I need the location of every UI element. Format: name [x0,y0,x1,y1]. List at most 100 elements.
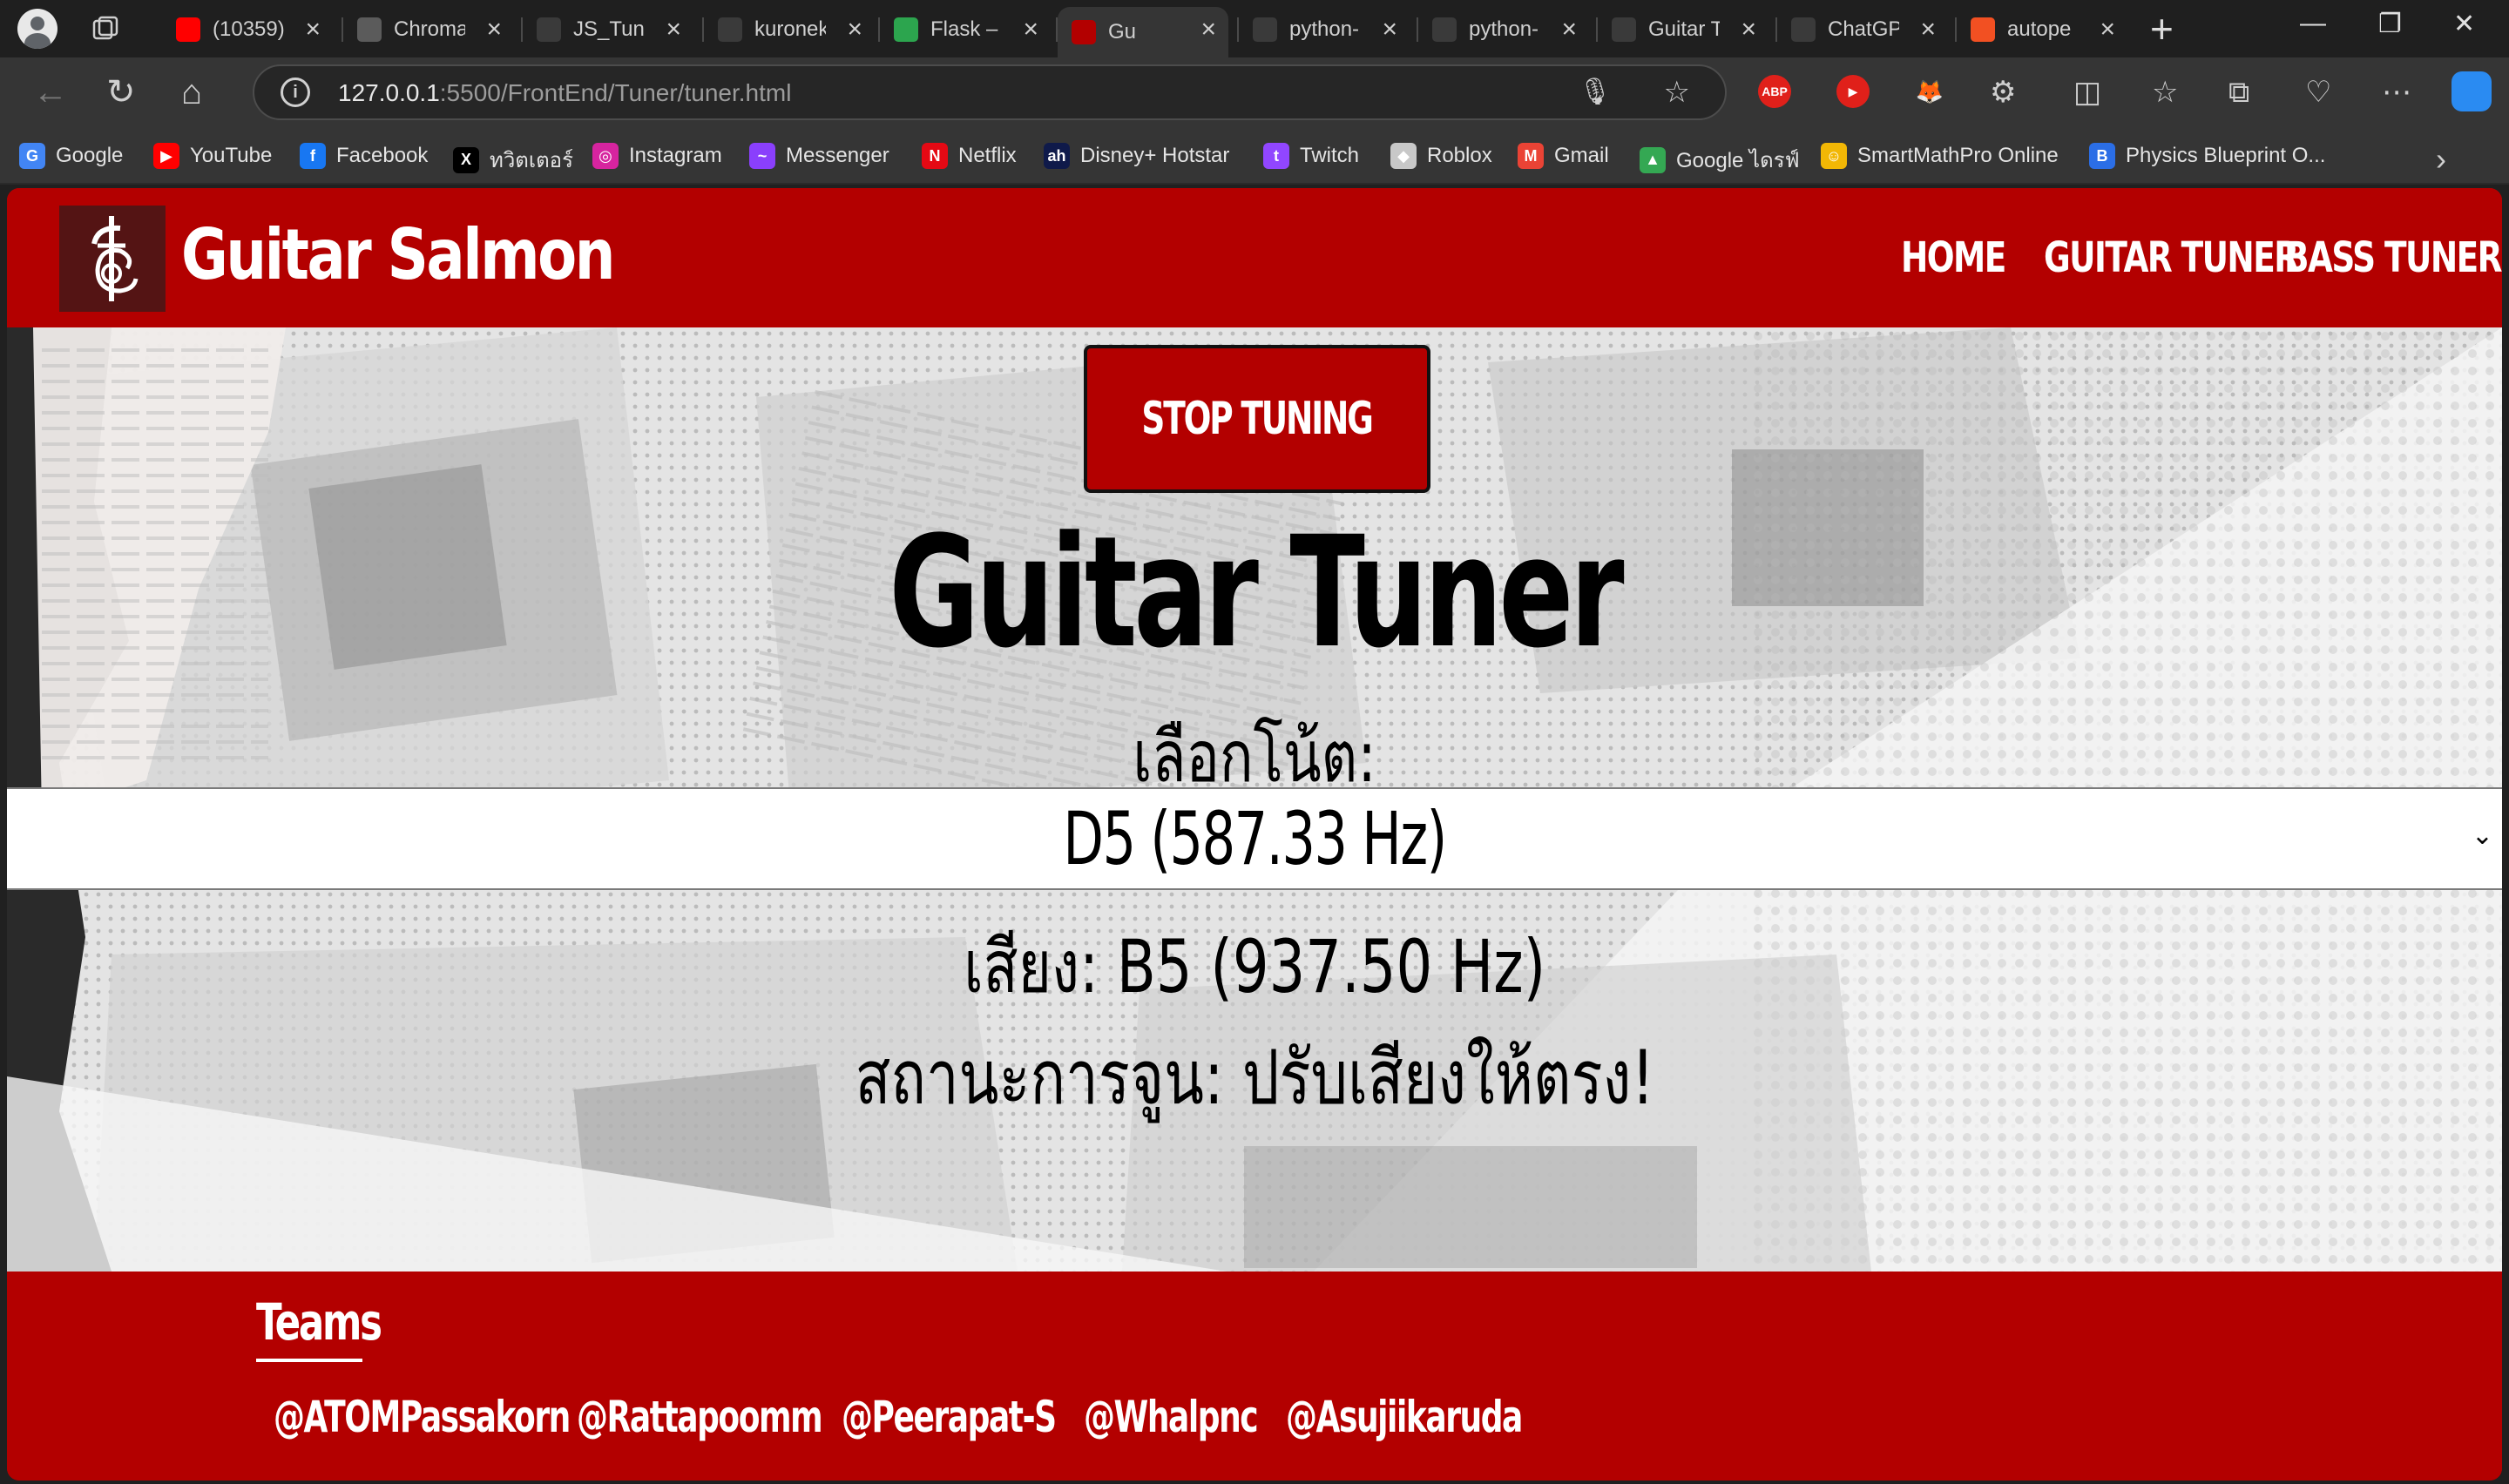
collections-icon[interactable]: ⧉ [2228,73,2249,111]
profile-avatar[interactable] [17,9,57,49]
browser-tab[interactable]: kuronek × [704,7,875,52]
bookmark-label: Messenger [786,144,889,167]
browser-tab[interactable]: (10359) × [162,7,333,52]
physics-blueprint-icon: B [2089,143,2115,169]
browser-tab[interactable]: python- × [1239,7,1410,52]
bookmark-item[interactable]: ▶ YouTube [153,143,272,169]
close-tab-icon[interactable]: × [2100,17,2115,43]
restore-button[interactable]: ❐ [2378,9,2402,39]
home-icon[interactable]: ⌂ [181,73,202,111]
note-select-dropdown[interactable]: D5 (587.33 Hz) ⌄ [7,787,2502,890]
guitar-salmon-logo[interactable] [59,206,166,312]
nav-bass-tuner-link[interactable]: BASS TUNER [2284,233,2502,282]
site-info-icon[interactable]: i [281,78,310,107]
team-member-link[interactable]: @Peerapat-S [842,1392,1057,1442]
facebook-icon: f [300,143,326,169]
close-window-button[interactable]: ✕ [2453,9,2475,39]
bookmark-item[interactable]: ☺ SmartMathPro Online [1821,143,2059,169]
reload-icon[interactable]: ↻ [106,73,136,111]
microphone-icon[interactable]: 🎙 [1579,77,1612,107]
copilot-icon[interactable] [2452,71,2492,111]
selected-note-value: D5 (587.33 Hz) [1063,796,1447,881]
roblox-icon: ◆ [1390,143,1417,169]
close-tab-icon[interactable]: × [1741,17,1756,43]
messenger-icon: ~ [749,143,775,169]
team-member-link[interactable]: @Rattapoomm [577,1392,823,1442]
back-arrow-icon[interactable]: ← [33,73,68,111]
tab-actions-icon[interactable] [91,14,120,44]
file-icon [1612,17,1636,42]
favorite-star-icon[interactable]: ☆ [1664,75,1690,110]
close-tab-icon[interactable]: × [1561,17,1577,43]
bookmark-label: Netflix [958,144,1017,167]
bookmark-item[interactable]: ◆ Roblox [1390,143,1492,169]
split-screen-icon[interactable]: ◫ [2073,73,2101,111]
tab-separator [1237,17,1239,42]
bookmark-item[interactable]: ◎ Instagram [592,143,722,169]
nav-home-link[interactable]: HOME [1901,233,2006,282]
bookmark-item[interactable]: N Netflix [922,143,1017,169]
browser-tab[interactable]: Chroma × [343,7,514,52]
address-bar[interactable]: i 127.0.0.1:5500/FrontEnd/Tuner/tuner.ht… [253,64,1727,120]
bookmark-item[interactable]: ah Disney+ Hotstar [1044,143,1229,169]
bookmark-label: Gmail [1554,144,1609,167]
nav-guitar-tuner-link[interactable]: GUITAR TUNER [2044,233,2299,282]
close-tab-icon[interactable]: × [486,17,502,43]
tab-title: python- [1289,17,1360,41]
close-tab-icon[interactable]: × [1382,17,1397,43]
browser-tab[interactable]: ChatGP × [1777,7,1948,52]
performance-icon[interactable]: ♡ [2305,73,2331,111]
bookmark-label: Twitch [1300,144,1360,167]
close-tab-icon[interactable]: × [1023,17,1038,43]
tab-separator [521,17,523,42]
close-tab-icon[interactable]: × [1920,17,1936,43]
adblock-icon[interactable]: ABP [1758,75,1791,108]
chroma-icon [357,17,382,42]
guitar-salmon-icon [1072,20,1096,44]
google-icon: G [19,143,45,169]
bookmark-item[interactable]: B Physics Blueprint O... [2089,143,2325,169]
team-member-link[interactable]: @Whalpnc [1084,1392,1259,1442]
bookmarks-more-chevron-icon[interactable]: › [2436,141,2446,178]
bookmark-item[interactable]: M Gmail [1518,143,1609,169]
browser-tab[interactable]: python- × [1418,7,1589,52]
site-title[interactable]: Guitar Salmon [181,214,615,295]
new-tab-button[interactable]: + [2150,9,2174,49]
team-member-link[interactable]: @ATOMPassakorn [274,1392,571,1442]
youtube-ext-icon[interactable]: ▶ [1836,75,1870,108]
browser-tab[interactable]: JS_Tuner × [523,7,693,52]
metamask-icon[interactable]: 🦊 [1913,75,1946,108]
tab-title: kuronek [754,17,826,41]
close-tab-icon[interactable]: × [305,17,321,43]
more-menu-icon[interactable]: ⋯ [2382,73,2411,111]
tab-title: Chroma [394,17,465,41]
bookmark-label: Roblox [1427,144,1492,167]
extensions-icon[interactable]: ⚙ [1990,73,2016,111]
bookmark-label: Instagram [629,144,722,167]
bookmark-item[interactable]: ~ Messenger [749,143,889,169]
tuning-status-text: สถานะการจูน: ปรับเสียงให้ตรง! [855,1035,1654,1122]
minimize-button[interactable]: — [2300,9,2326,38]
youtube-icon: ▶ [153,143,179,169]
browser-tab[interactable]: autope × [1957,7,2127,52]
browser-toolbar: ← ↻ ⌂ i 127.0.0.1:5500/FrontEnd/Tuner/tu… [0,57,2509,131]
favorites-icon[interactable]: ☆ [2152,73,2178,111]
bookmark-item[interactable]: f Facebook [300,143,428,169]
stop-tuning-button[interactable]: STOP TUNING [1084,345,1430,493]
microsoft-icon [1971,17,1995,42]
browser-tab[interactable]: Guitar T × [1598,7,1768,52]
browser-tab[interactable]: Gu × [1058,7,1228,57]
bookmark-item[interactable]: ▲ Google ไดรฟ์ [1640,143,1800,177]
instagram-icon: ◎ [592,143,619,169]
tab-title: Gu [1108,20,1137,44]
bookmark-item[interactable]: t Twitch [1263,143,1359,169]
browser-tab[interactable]: Flask – I × [880,7,1051,52]
close-tab-icon[interactable]: × [847,17,862,43]
bookmarks-bar: G Google ▶ YouTube f Facebook X ทวิตเตอร์ ◎ Insta… [0,131,2509,185]
url-text[interactable]: 127.0.0.1:5500/FrontEnd/Tuner/tuner.html [338,79,791,107]
bookmark-item[interactable]: G Google [19,143,123,169]
team-member-link[interactable]: @Asujiikaruda [1286,1392,1523,1442]
bookmark-item[interactable]: X ทวิตเตอร์ [453,143,573,177]
close-tab-icon[interactable]: × [1200,17,1216,43]
close-tab-icon[interactable]: × [666,17,681,43]
